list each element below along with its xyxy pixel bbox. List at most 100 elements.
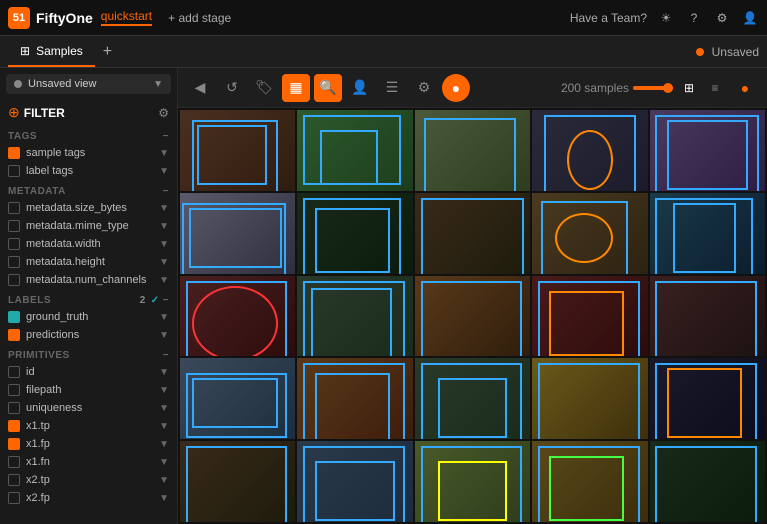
primitive-filepath-checkbox[interactable] xyxy=(8,384,20,396)
metadata-mime-checkbox[interactable] xyxy=(8,220,20,232)
grid-cell-9[interactable] xyxy=(532,193,647,274)
check-all-labels-icon[interactable]: ✓ xyxy=(151,295,160,306)
metadata-width-expand-icon[interactable]: ▼ xyxy=(159,239,169,250)
primitive-x2tp-expand-icon[interactable]: ▼ xyxy=(159,475,169,486)
grid-cell-14[interactable] xyxy=(532,276,647,357)
zoom-slider[interactable] xyxy=(633,86,673,90)
tag-button[interactable]: 🏷 xyxy=(250,74,278,102)
primitive-uniqueness-expand-icon[interactable]: ▼ xyxy=(159,403,169,414)
grid-view-button[interactable]: ▦ xyxy=(282,74,310,102)
predictions-checkbox[interactable] xyxy=(8,329,20,341)
ground-truth-item[interactable]: ground_truth ▼ xyxy=(0,308,177,326)
metadata-size-expand-icon[interactable]: ▼ xyxy=(159,203,169,214)
metadata-channels-expand-icon[interactable]: ▼ xyxy=(159,275,169,286)
grid-cell-11[interactable] xyxy=(180,276,295,357)
grid-cell-5[interactable] xyxy=(650,110,765,191)
grid-cell-13[interactable] xyxy=(415,276,530,357)
label-tags-expand-icon[interactable]: ▼ xyxy=(159,166,169,177)
primitive-x1fn-expand-icon[interactable]: ▼ xyxy=(159,457,169,468)
sample-tags-checkbox[interactable] xyxy=(8,147,20,159)
ground-truth-checkbox[interactable] xyxy=(8,311,20,323)
primitive-x1tp-checkbox[interactable] xyxy=(8,420,20,432)
primitive-x1tp-expand-icon[interactable]: ▼ xyxy=(159,421,169,432)
user-icon[interactable]: 👤 xyxy=(741,9,759,27)
grid-cell-16[interactable] xyxy=(180,358,295,439)
labels-collapse-icon[interactable]: − xyxy=(163,295,169,306)
filter-gear-icon[interactable]: ⚙ xyxy=(158,106,169,120)
grid-cell-19[interactable] xyxy=(532,358,647,439)
primitive-filepath-expand-icon[interactable]: ▼ xyxy=(159,385,169,396)
metadata-size-checkbox[interactable] xyxy=(8,202,20,214)
grid-cell-10[interactable] xyxy=(650,193,765,274)
github-icon[interactable]: ⚙ xyxy=(713,9,731,27)
metadata-width-item[interactable]: metadata.width ▼ xyxy=(0,235,177,253)
grid-cell-15[interactable] xyxy=(650,276,765,357)
primitives-collapse-icon[interactable]: − xyxy=(163,350,169,361)
sample-tags-item[interactable]: sample tags ▼ xyxy=(0,144,177,162)
sun-icon[interactable]: ☀ xyxy=(657,9,675,27)
metadata-height-item[interactable]: metadata.height ▼ xyxy=(0,253,177,271)
primitive-x1fp-expand-icon[interactable]: ▼ xyxy=(159,439,169,450)
view-selector[interactable]: Unsaved view ▼ xyxy=(6,74,171,94)
metadata-channels-item[interactable]: metadata.num_channels ▼ xyxy=(0,271,177,289)
predictions-item[interactable]: predictions ▼ xyxy=(0,326,177,344)
primitive-id-item[interactable]: id ▼ xyxy=(0,363,177,381)
label-tags-item[interactable]: label tags ▼ xyxy=(0,162,177,180)
grid-cell-17[interactable] xyxy=(297,358,412,439)
ground-truth-expand-icon[interactable]: ▼ xyxy=(159,312,169,323)
primitive-x1tp-item[interactable]: x1.tp ▼ xyxy=(0,417,177,435)
metadata-height-expand-icon[interactable]: ▼ xyxy=(159,257,169,268)
grid-cell-18[interactable] xyxy=(415,358,530,439)
primitive-x1fp-checkbox[interactable] xyxy=(8,438,20,450)
grid-cell-7[interactable] xyxy=(297,193,412,274)
grid-cell-2[interactable] xyxy=(297,110,412,191)
label-tags-checkbox[interactable] xyxy=(8,165,20,177)
grid-cell-21[interactable] xyxy=(180,441,295,522)
primitive-x2tp-item[interactable]: x2.tp ▼ xyxy=(0,471,177,489)
sample-tags-expand-icon[interactable]: ▼ xyxy=(159,148,169,159)
primitive-uniqueness-item[interactable]: uniqueness ▼ xyxy=(0,399,177,417)
grid-cell-1[interactable] xyxy=(180,110,295,191)
refresh-button[interactable]: ↺ xyxy=(218,74,246,102)
metadata-collapse-icon[interactable]: − xyxy=(163,186,169,197)
add-stage-button[interactable]: + add stage xyxy=(168,11,231,25)
grid-cell-20[interactable] xyxy=(650,358,765,439)
grid-cell-4[interactable] xyxy=(532,110,647,191)
primitive-x1fp-item[interactable]: x1.fp ▼ xyxy=(0,435,177,453)
primitive-x2tp-checkbox[interactable] xyxy=(8,474,20,486)
grid-cell-6[interactable] xyxy=(180,193,295,274)
list-button[interactable]: ☰ xyxy=(378,74,406,102)
grid-cell-12[interactable] xyxy=(297,276,412,357)
search-button[interactable]: 🔍 xyxy=(314,74,342,102)
primitive-id-expand-icon[interactable]: ▼ xyxy=(159,367,169,378)
primitive-x1fn-item[interactable]: x1.fn ▼ xyxy=(0,453,177,471)
primitive-x2fp-item[interactable]: x2.fp ▼ xyxy=(0,489,177,507)
metadata-height-checkbox[interactable] xyxy=(8,256,20,268)
metadata-size-item[interactable]: metadata.size_bytes ▼ xyxy=(0,199,177,217)
primitive-uniqueness-checkbox[interactable] xyxy=(8,402,20,414)
grid-cell-8[interactable] xyxy=(415,193,530,274)
list-toggle-button[interactable]: ≡ xyxy=(703,76,727,100)
primitive-x1fn-checkbox[interactable] xyxy=(8,456,20,468)
info-icon[interactable]: ? xyxy=(685,9,703,27)
grid-cell-23[interactable] xyxy=(415,441,530,522)
grid-cell-22[interactable] xyxy=(297,441,412,522)
orange-button[interactable]: ● xyxy=(442,74,470,102)
primitive-filepath-item[interactable]: filepath ▼ xyxy=(0,381,177,399)
primitive-id-checkbox[interactable] xyxy=(8,366,20,378)
grid-cell-3[interactable] xyxy=(415,110,530,191)
prev-button[interactable]: ◀ xyxy=(186,74,214,102)
tab-add-button[interactable]: + xyxy=(95,43,120,61)
settings-button[interactable]: ⚙ xyxy=(410,74,438,102)
have-team-link[interactable]: Have a Team? xyxy=(570,11,647,25)
metadata-mime-expand-icon[interactable]: ▼ xyxy=(159,221,169,232)
palette-button[interactable]: ● xyxy=(731,74,759,102)
grid-cell-24[interactable] xyxy=(532,441,647,522)
predictions-expand-icon[interactable]: ▼ xyxy=(159,330,169,341)
quickstart-link[interactable]: quickstart xyxy=(101,9,152,26)
grid-toggle-button[interactable]: ⊞ xyxy=(677,76,701,100)
metadata-width-checkbox[interactable] xyxy=(8,238,20,250)
primitive-x2fp-checkbox[interactable] xyxy=(8,492,20,504)
person-button[interactable]: 👤 xyxy=(346,74,374,102)
grid-cell-25[interactable] xyxy=(650,441,765,522)
